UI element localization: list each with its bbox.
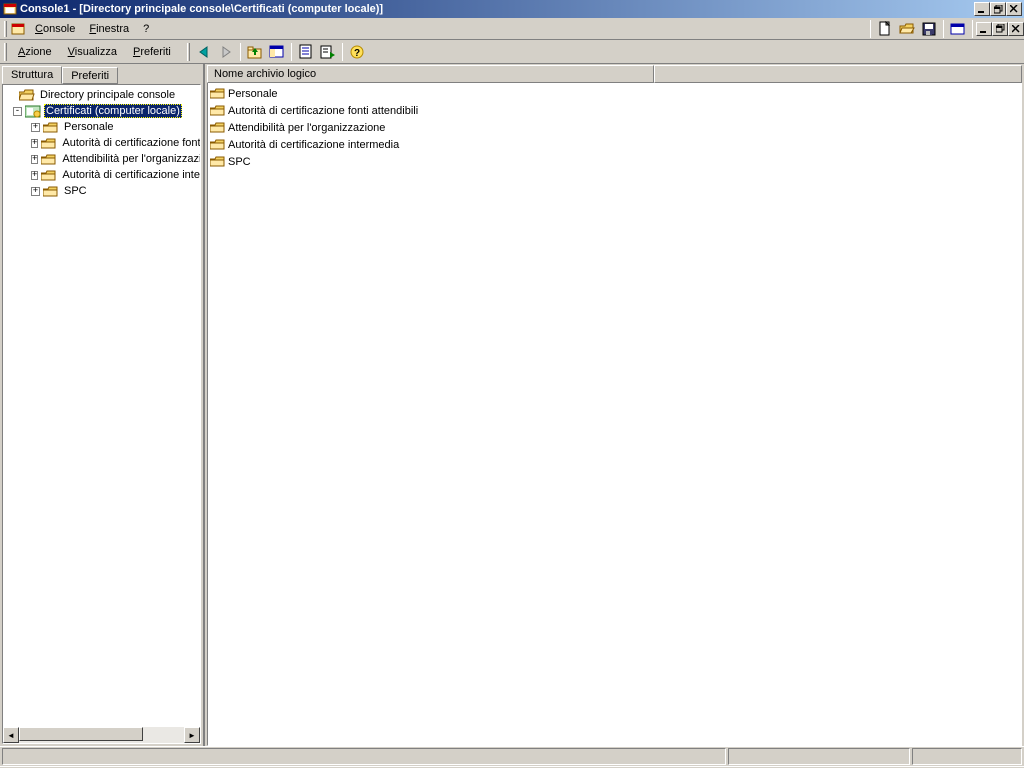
status-cell <box>912 748 1022 765</box>
list-item-label: SPC <box>228 156 251 168</box>
expand-icon[interactable]: + <box>31 123 40 132</box>
status-cell <box>2 748 726 765</box>
help-icon[interactable]: ? <box>346 42 368 62</box>
window-minimize-button[interactable] <box>974 2 990 16</box>
tree-item-label: Personale <box>62 120 116 134</box>
list-header: Nome archivio logico <box>207 65 1022 83</box>
collapse-icon[interactable]: - <box>13 107 22 116</box>
list-item[interactable]: Attendibilità per l'organizzazione <box>208 119 1021 136</box>
tree-item-label: Certificati (computer locale) <box>44 104 182 118</box>
status-cell <box>728 748 910 765</box>
list-item[interactable]: Autorità di certificazione fonti attendi… <box>208 102 1021 119</box>
nav-forward-icon[interactable] <box>215 42 237 62</box>
toolbar-grip[interactable] <box>4 43 7 61</box>
expand-icon[interactable]: + <box>31 139 38 148</box>
folder-icon <box>210 155 226 168</box>
folder-icon <box>41 169 57 182</box>
child-restore-button[interactable] <box>992 22 1008 36</box>
show-hide-tree-icon[interactable] <box>266 42 288 62</box>
certificate-snapin-icon <box>25 105 41 118</box>
child-close-button[interactable] <box>1008 22 1024 36</box>
folder-icon <box>41 153 57 166</box>
mmc-app-icon <box>11 22 25 36</box>
list-item-label: Autorità di certificazione intermedia <box>228 139 399 151</box>
main-content: Struttura Preferiti Directory principale… <box>0 64 1024 746</box>
menubar-top: Console Finestra ? <box>0 18 1024 40</box>
scroll-track[interactable] <box>19 727 184 743</box>
tree-item-label: Autorità di certificazione intermedia <box>60 168 201 182</box>
status-bar <box>0 746 1024 766</box>
menu-visualizza[interactable]: Visualizza <box>60 43 125 61</box>
list-item-label: Attendibilità per l'organizzazione <box>228 122 385 134</box>
menu-azione[interactable]: Azione <box>10 43 60 61</box>
window-restore-button[interactable] <box>990 2 1006 16</box>
right-pane: Nome archivio logico Personale Autorità d… <box>205 64 1024 746</box>
tree-horizontal-scrollbar[interactable]: ◄ ► <box>3 727 200 743</box>
menu-preferiti[interactable]: Preferiti <box>125 43 179 61</box>
window-title: Console1 - [Directory principale console… <box>20 3 974 15</box>
tree-view[interactable]: Directory principale console - Certifica… <box>2 84 201 744</box>
left-pane-tabs: Struttura Preferiti <box>0 64 203 84</box>
menu-finestra[interactable]: Finestra <box>82 21 136 37</box>
tree-item[interactable]: + Autorità di certificazione fonti attend… <box>3 135 200 151</box>
tree-item-label: SPC <box>62 184 89 198</box>
properties-icon[interactable] <box>295 42 317 62</box>
mmc-app-icon <box>3 2 17 16</box>
tree-item-label: Autorità di certificazione fonti attendi… <box>60 136 201 150</box>
tree-item[interactable]: + Attendibilità per l'organizzazione <box>3 151 200 167</box>
folder-open-icon <box>19 89 35 102</box>
menubar-action: Azione Visualizza Preferiti ? <box>0 40 1024 64</box>
tree-item-certificati[interactable]: - Certificati (computer locale) <box>3 103 200 119</box>
left-pane: Struttura Preferiti Directory principale… <box>0 64 205 746</box>
expand-icon[interactable]: + <box>31 155 38 164</box>
folder-icon <box>210 87 226 100</box>
save-icon[interactable] <box>918 19 940 39</box>
scroll-left-icon[interactable]: ◄ <box>3 727 19 743</box>
new-window-icon[interactable] <box>947 19 969 39</box>
list-item[interactable]: SPC <box>208 153 1021 170</box>
up-one-level-icon[interactable] <box>244 42 266 62</box>
scroll-thumb[interactable] <box>19 727 143 741</box>
new-icon[interactable] <box>874 19 896 39</box>
tree-root[interactable]: Directory principale console <box>3 87 200 103</box>
tab-struttura[interactable]: Struttura <box>2 66 62 84</box>
tree-item-label: Directory principale console <box>38 88 177 102</box>
menu-console[interactable]: Console <box>28 21 82 37</box>
tree-item[interactable]: + SPC <box>3 183 200 199</box>
window-close-button[interactable] <box>1006 2 1022 16</box>
list-item[interactable]: Personale <box>208 85 1021 102</box>
tree-item[interactable]: + Autorità di certificazione intermedia <box>3 167 200 183</box>
folder-icon <box>210 104 226 117</box>
menu-help[interactable]: ? <box>136 21 156 37</box>
folder-icon <box>210 138 226 151</box>
list-body[interactable]: Personale Autorità di certificazione font… <box>207 83 1022 746</box>
column-header-empty[interactable] <box>654 65 1022 83</box>
export-list-icon[interactable] <box>317 42 339 62</box>
expand-icon[interactable]: + <box>31 171 38 180</box>
toolbar-grip[interactable] <box>187 43 190 61</box>
scroll-right-icon[interactable]: ► <box>184 727 200 743</box>
folder-icon <box>41 137 57 150</box>
list-item[interactable]: Autorità di certificazione intermedia <box>208 136 1021 153</box>
list-item-label: Autorità di certificazione fonti attendi… <box>228 105 418 117</box>
list-item-label: Personale <box>228 88 278 100</box>
open-icon[interactable] <box>896 19 918 39</box>
window-titlebar: Console1 - [Directory principale console… <box>0 0 1024 18</box>
folder-icon <box>43 121 59 134</box>
folder-icon <box>43 185 59 198</box>
tree-item[interactable]: + Personale <box>3 119 200 135</box>
child-minimize-button[interactable] <box>976 22 992 36</box>
tree-item-label: Attendibilità per l'organizzazione <box>60 152 201 166</box>
column-header-nome[interactable]: Nome archivio logico <box>207 65 654 83</box>
tab-preferiti[interactable]: Preferiti <box>62 67 118 84</box>
svg-text:?: ? <box>354 48 360 59</box>
nav-back-icon[interactable] <box>193 42 215 62</box>
folder-icon <box>210 121 226 134</box>
expand-icon[interactable]: + <box>31 187 40 196</box>
menubar-grip[interactable] <box>4 21 7 37</box>
